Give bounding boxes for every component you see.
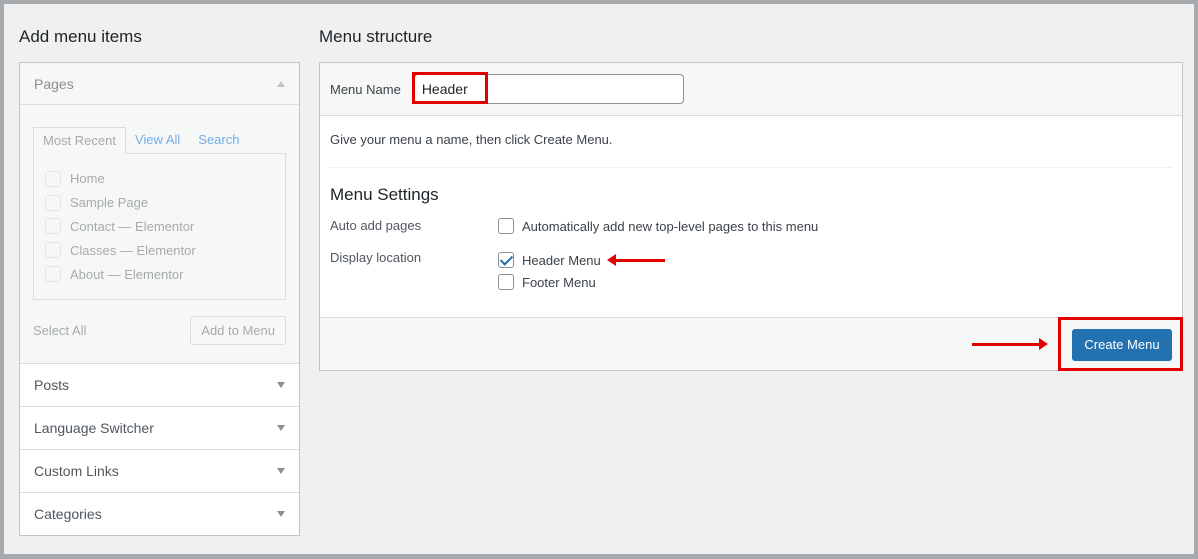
footer-menu-label: Footer Menu	[522, 274, 596, 290]
list-item[interactable]: About — Elementor	[45, 262, 274, 286]
screenshot-frame: Add menu items Pages Most Recent View Al…	[0, 0, 1198, 559]
menu-name-input[interactable]: Header	[411, 72, 684, 104]
divider	[330, 167, 1172, 168]
pages-section-body: Most Recent View All Search Home Sample …	[20, 105, 299, 363]
page-checkbox[interactable]	[45, 170, 61, 187]
add-to-menu-button[interactable]: Add to Menu	[190, 316, 286, 345]
auto-add-option[interactable]: Automatically add new top-level pages to…	[498, 215, 818, 237]
language-switcher-section-label: Language Switcher	[34, 420, 154, 436]
list-item[interactable]: Contact — Elementor	[45, 215, 274, 239]
pages-list: Home Sample Page Contact — Elementor Cla…	[33, 153, 286, 300]
add-menu-items-title: Add menu items	[19, 27, 142, 46]
pages-actions: Select All Add to Menu	[33, 316, 286, 345]
pages-tabs: Most Recent View All Search	[33, 127, 286, 154]
header-menu-checkbox[interactable]	[498, 252, 514, 268]
page-checkbox[interactable]	[45, 218, 61, 235]
instructions-text: Give your menu a name, then click Create…	[330, 132, 613, 147]
menu-structure-title: Menu structure	[319, 27, 433, 46]
chevron-down-icon	[277, 382, 285, 388]
menu-name-label: Menu Name	[330, 81, 401, 97]
auto-add-label: Auto add pages	[330, 218, 422, 233]
highlight-box	[411, 72, 488, 104]
custom-links-section-header[interactable]: Custom Links	[20, 450, 299, 492]
footer-menu-checkbox[interactable]	[498, 274, 514, 290]
categories-section-label: Categories	[34, 506, 102, 522]
list-item[interactable]: Home	[45, 167, 274, 191]
tab-view-all[interactable]: View All	[126, 127, 189, 154]
page-item-label: Home	[70, 171, 105, 187]
page-item-label: About — Elementor	[70, 266, 184, 282]
tab-most-recent[interactable]: Most Recent	[33, 127, 126, 154]
categories-section-header[interactable]: Categories	[20, 493, 299, 535]
pages-section-label: Pages	[34, 75, 74, 92]
display-location-setting: Display location Header Menu Footer Menu	[330, 249, 1172, 293]
chevron-down-icon	[277, 425, 285, 431]
page-checkbox[interactable]	[45, 266, 61, 283]
add-menu-items-column: Add menu items Pages Most Recent View Al…	[19, 26, 300, 536]
posts-section: Posts	[20, 363, 299, 406]
select-all-link[interactable]: Select All	[33, 323, 86, 338]
annotation-arrow-left-icon	[606, 253, 665, 266]
page-item-label: Sample Page	[70, 195, 149, 211]
location-options: Header Menu Footer Menu	[498, 249, 665, 293]
header-menu-option[interactable]: Header Menu	[498, 249, 665, 271]
list-item[interactable]: Sample Page	[45, 191, 274, 215]
categories-section: Categories	[20, 492, 299, 535]
menu-edit-panel: Menu Name Header Give your menu a name, …	[319, 62, 1183, 371]
menu-settings-title: Menu Settings	[330, 185, 439, 204]
custom-links-section-label: Custom Links	[34, 463, 119, 479]
language-switcher-section: Language Switcher	[20, 406, 299, 449]
auto-add-setting: Auto add pages Automatically add new top…	[330, 215, 1172, 237]
menu-name-bar: Menu Name Header	[320, 63, 1182, 116]
page-checkbox[interactable]	[45, 194, 61, 211]
header-menu-label: Header Menu	[522, 252, 601, 268]
create-menu-button[interactable]: Create Menu	[1072, 329, 1172, 361]
posts-section-header[interactable]: Posts	[20, 364, 299, 406]
menu-structure-column: Menu structure Menu Name Header Give you…	[319, 26, 1183, 371]
language-switcher-section-header[interactable]: Language Switcher	[20, 407, 299, 449]
chevron-down-icon	[277, 468, 285, 474]
page-item-label: Classes — Elementor	[70, 242, 196, 258]
custom-links-section: Custom Links	[20, 449, 299, 492]
annotation-arrow-right-icon	[972, 338, 1048, 350]
pages-section: Pages Most Recent View All Search Home S…	[20, 63, 299, 363]
add-items-accordion: Pages Most Recent View All Search Home S…	[19, 62, 300, 536]
page-item-label: Contact — Elementor	[70, 218, 195, 234]
auto-add-checkbox[interactable]	[498, 218, 514, 234]
pages-section-header[interactable]: Pages	[20, 63, 299, 105]
menu-body: Give your menu a name, then click Create…	[320, 116, 1182, 317]
chevron-up-icon	[277, 80, 285, 87]
list-item[interactable]: Classes — Elementor	[45, 238, 274, 262]
footer-menu-option[interactable]: Footer Menu	[498, 271, 665, 293]
posts-section-label: Posts	[34, 377, 70, 393]
auto-add-option-label: Automatically add new top-level pages to…	[522, 218, 819, 234]
chevron-down-icon	[277, 511, 285, 517]
page-checkbox[interactable]	[45, 242, 61, 259]
tab-search[interactable]: Search	[189, 127, 248, 154]
display-location-label: Display location	[330, 250, 422, 265]
menu-footer: Create Menu	[320, 317, 1183, 371]
